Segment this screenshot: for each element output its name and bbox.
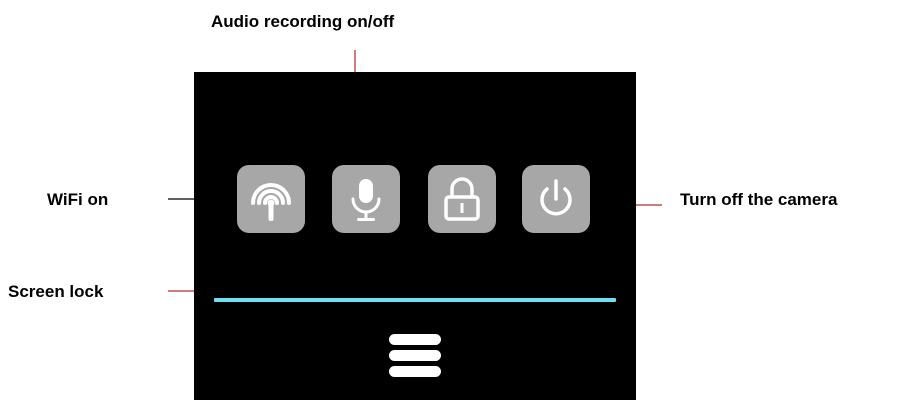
menu-button[interactable] (389, 334, 441, 380)
screen-lock-callout: Screen lock (8, 282, 104, 301)
screen-lock-button[interactable] (428, 165, 496, 233)
power-callout: Turn off the camera (680, 190, 838, 209)
wifi-button[interactable] (237, 165, 305, 233)
wifi-callout: WiFi on (47, 190, 109, 209)
divider-line (214, 298, 616, 302)
microphone-icon (351, 179, 381, 221)
audio-recording-button[interactable] (332, 165, 400, 233)
power-off-button[interactable] (522, 165, 590, 233)
hamburger-menu-icon (389, 334, 441, 377)
camera-screen (194, 72, 636, 400)
power-icon (540, 179, 572, 216)
wifi-icon (251, 183, 291, 221)
lock-icon (444, 177, 480, 221)
audio-recording-callout: Audio recording on/off (211, 12, 395, 31)
